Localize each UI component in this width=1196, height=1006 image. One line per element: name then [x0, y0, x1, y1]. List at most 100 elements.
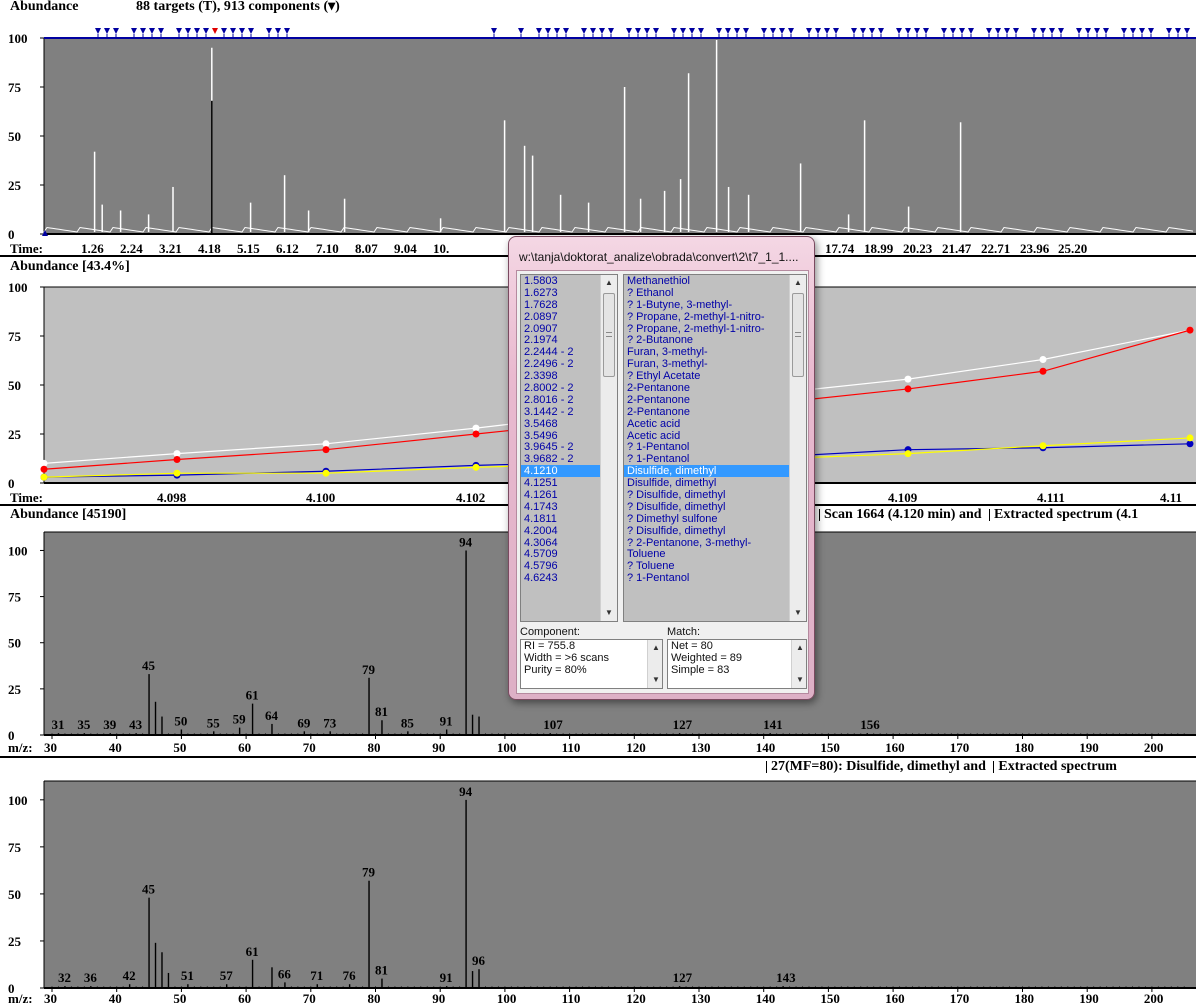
trend-x-tick-label: 4.100 — [306, 490, 335, 505]
compound-name-item[interactable]: Disulfide, dimethyl — [624, 465, 806, 478]
compound-name-item[interactable]: Furan, 3-methyl- — [624, 358, 806, 370]
target-marker-icon — [905, 28, 911, 34]
scan-peak-label: 79 — [362, 662, 376, 677]
scroll-down-arrow-icon[interactable]: ▼ — [792, 672, 806, 688]
mz-x-tick-label: 80 — [368, 740, 381, 755]
compound-name-item[interactable]: Methanethiol — [624, 275, 806, 287]
compound-name-item[interactable]: ? 1-Pentanol — [624, 441, 806, 454]
tic-x-tick-label: 20.23 — [903, 241, 933, 256]
compound-name-item[interactable]: Disulfide, dimethyl — [624, 477, 806, 489]
retention-list-scrollbar[interactable]: ▲ ▼ — [600, 275, 617, 621]
compound-name-item[interactable]: Acetic acid — [624, 418, 806, 430]
library-peak-label: 51 — [181, 968, 194, 983]
compound-name-item[interactable]: Toluene — [624, 548, 806, 561]
compound-name-item[interactable]: 2-Pentanone — [624, 382, 806, 394]
mz-x-tick-label: 150 — [820, 991, 840, 1006]
target-marker-icon — [275, 28, 281, 34]
target-marker-icon — [491, 28, 497, 34]
scroll-up-arrow-icon[interactable]: ▲ — [792, 640, 806, 656]
compound-name-item[interactable]: ? Disulfide, dimethyl — [624, 501, 806, 513]
target-marker-icon — [158, 28, 164, 34]
compound-name-item[interactable]: ? Dimethyl sulfone — [624, 513, 806, 525]
mz-x-tick-label: 160 — [885, 991, 905, 1006]
tic-targets-count[interactable]: 88 targets ( — [136, 0, 203, 14]
scroll-up-arrow-icon[interactable]: ▲ — [601, 275, 617, 291]
trend-point-red — [1039, 367, 1047, 375]
mz-x-tick-label: 180 — [1015, 740, 1035, 755]
library-peak-label: 42 — [123, 968, 136, 983]
compound-name-item[interactable]: Furan, 3-methyl- — [624, 346, 806, 358]
window-title[interactable]: w:\tanja\doktorat_analize\obrada\convert… — [515, 245, 808, 269]
scan-peak-label: 127 — [673, 717, 693, 732]
trend-point-red — [322, 446, 330, 454]
trend-point-red — [472, 430, 480, 438]
compound-name-item[interactable]: Acetic acid — [624, 430, 806, 442]
scroll-up-arrow-icon[interactable]: ▲ — [790, 275, 806, 291]
match-info-line: Simple = 83 — [671, 664, 730, 676]
scan-peak-label: 43 — [129, 717, 143, 732]
trend-header: Abundance [43.4%][109176] — [10, 259, 181, 275]
target-marker-icon — [203, 28, 209, 34]
component-info-line: RI = 755.8 — [524, 640, 576, 652]
compound-name-item[interactable]: ? Ethyl Acetate — [624, 370, 806, 382]
retention-time-list[interactable]: 1.5803 1.6273 1.7628 2.0897 2.0907 2.1974 2.24… — [520, 274, 618, 622]
scan-peak-label: 81 — [375, 704, 388, 719]
component-list-window[interactable]: w:\tanja\doktorat_analize\obrada\convert… — [508, 236, 815, 700]
target-marker-icon — [581, 28, 587, 34]
target-marker-icon — [734, 28, 740, 34]
compound-name-item[interactable]: ? 2-Pentanone, 3-methyl- — [624, 537, 806, 549]
compound-name-item[interactable]: ? Disulfide, dimethyl — [624, 489, 806, 501]
compound-name-item[interactable]: ? Ethanol — [624, 287, 806, 299]
compound-name-item[interactable]: ? Disulfide, dimethyl — [624, 525, 806, 537]
target-marker-icon — [1085, 28, 1091, 34]
y-tick-label: 25 — [8, 934, 22, 949]
mz-x-tick-label: 180 — [1015, 991, 1035, 1006]
compound-name-list[interactable]: Methanethiol? Ethanol? 1-Butyne, 3-methy… — [623, 274, 807, 622]
component-info-scrollbar[interactable]: ▲ ▼ — [647, 640, 662, 688]
tic-x-tick-label: 18.99 — [864, 241, 894, 256]
name-list-scrollbar[interactable]: ▲ ▼ — [789, 275, 806, 621]
compound-name-item[interactable]: ? Toluene — [624, 560, 806, 572]
component-info-box[interactable]: RI = 755.8 Width = >6 scans Purity = 80% ▲… — [520, 639, 663, 689]
mz-x-tick-label: 200 — [1144, 740, 1164, 755]
target-marker-icon — [671, 28, 677, 34]
mz-x-tick-label: 100 — [497, 740, 517, 755]
library-peak-label: 71 — [310, 968, 323, 983]
target-marker-icon — [761, 28, 767, 34]
match-info-box[interactable]: Net = 80 Weighted = 89 Simple = 83 ▲ ▼ — [667, 639, 807, 689]
target-marker-icon — [986, 28, 992, 34]
compound-name-item[interactable]: 2-Pentanone — [624, 394, 806, 406]
match-info-scrollbar[interactable]: ▲ ▼ — [791, 640, 806, 688]
compound-name-item[interactable]: 2-Pentanone — [624, 406, 806, 418]
scroll-up-arrow-icon[interactable]: ▲ — [648, 640, 662, 656]
target-marker-icon — [140, 28, 146, 34]
scan-peak-label: 31 — [51, 717, 64, 732]
tic-components-count[interactable]: ), 913 components ( — [212, 0, 328, 14]
scan-peak-label: 61 — [246, 688, 259, 703]
target-marker-icon — [1148, 28, 1154, 34]
mz-x-tick-label: 90 — [432, 740, 445, 755]
compound-name-item[interactable]: ? 2-Butanone — [624, 334, 806, 347]
scroll-down-arrow-icon[interactable]: ▼ — [601, 605, 617, 621]
scroll-thumb[interactable] — [603, 293, 615, 377]
compound-name-item[interactable]: ? 1-Pentanol — [624, 453, 806, 465]
tic-x-tick-label: 22.71 — [981, 241, 1010, 256]
target-marker-icon — [851, 28, 857, 34]
compound-name-item[interactable]: ? 1-Pentanol — [624, 572, 806, 584]
target-marker-icon — [176, 28, 182, 34]
target-marker-icon — [590, 28, 596, 34]
scroll-down-arrow-icon[interactable]: ▼ — [648, 672, 662, 688]
scroll-thumb[interactable] — [792, 293, 804, 377]
tic-x-tick-label: 3.21 — [159, 241, 182, 256]
y-tick-label: 25 — [8, 682, 22, 697]
target-marker-icon — [824, 28, 830, 34]
compound-name-item[interactable]: ? Propane, 2-methyl-1-nitro- — [624, 311, 806, 323]
scroll-down-arrow-icon[interactable]: ▼ — [790, 605, 806, 621]
target-marker-icon — [608, 28, 614, 34]
y-tick-label: 50 — [8, 129, 21, 144]
scan-peak-label: 64 — [265, 708, 279, 723]
compound-name-item[interactable]: ? 1-Butyne, 3-methyl- — [624, 299, 806, 311]
trend-header-label: Abundance — [10, 259, 79, 274]
compound-name-item[interactable]: ? Propane, 2-methyl-1-nitro- — [624, 323, 806, 335]
target-marker-icon — [194, 28, 200, 34]
